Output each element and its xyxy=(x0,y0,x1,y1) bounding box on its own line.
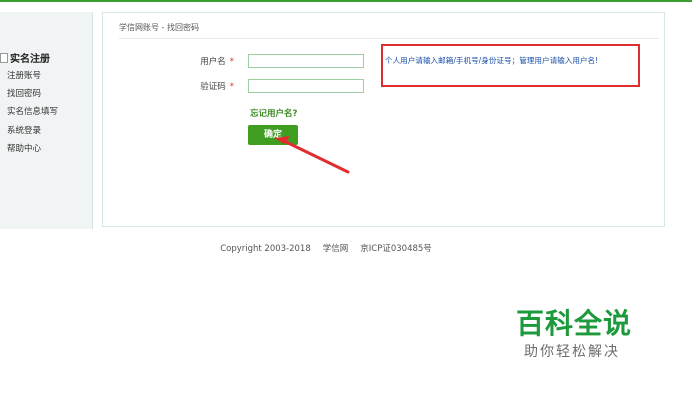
hint-annotation-box: 个人用户请输入邮箱/手机号/身份证号；管理用户请输入用户名! xyxy=(381,44,640,87)
hint-text: 个人用户请输入邮箱/手机号/身份证号；管理用户请输入用户名! xyxy=(385,56,599,65)
footer: Copyright 2003-2018 学信网 京ICP证030485号 xyxy=(0,242,652,254)
document-icon xyxy=(0,53,8,63)
captcha-label-text: 验证码 xyxy=(200,82,226,92)
username-input[interactable] xyxy=(248,54,364,68)
captcha-label: 验证码 * xyxy=(184,80,234,92)
breadcrumb: 学信网账号 - 找回密码 xyxy=(119,23,199,32)
required-mark: * xyxy=(229,82,234,92)
footer-icp: 京ICP证030485号 xyxy=(360,244,432,254)
annotation-arrow-icon xyxy=(274,136,350,174)
required-mark: * xyxy=(229,57,234,67)
username-label-text: 用户名 xyxy=(200,57,226,67)
watermark-subtitle: 助你轻松解决 xyxy=(524,344,620,360)
watermark-title: 百科全说 xyxy=(516,307,633,340)
captcha-input[interactable] xyxy=(248,79,364,93)
sidebar-item-register[interactable]: 注册账号 xyxy=(7,69,41,81)
sidebar-item-find-password[interactable]: 找回密码 xyxy=(7,87,41,99)
username-label: 用户名 * xyxy=(184,55,234,67)
sidebar: 实名注册 注册账号 找回密码 实名信息填写 系统登录 帮助中心 xyxy=(0,12,93,229)
sidebar-item-help[interactable]: 帮助中心 xyxy=(7,142,41,154)
footer-site: 学信网 xyxy=(322,244,349,254)
sidebar-title: 实名注册 xyxy=(0,50,50,65)
top-accent-line xyxy=(0,0,692,2)
sidebar-item-login[interactable]: 系统登录 xyxy=(7,124,41,136)
sidebar-title-label: 实名注册 xyxy=(10,54,50,65)
sidebar-item-realname-info[interactable]: 实名信息填写 xyxy=(7,105,58,117)
forgot-username-link[interactable]: 忘记用户名? xyxy=(250,107,297,119)
breadcrumb-divider xyxy=(119,38,659,39)
footer-copyright: Copyright 2003-2018 xyxy=(220,244,311,254)
